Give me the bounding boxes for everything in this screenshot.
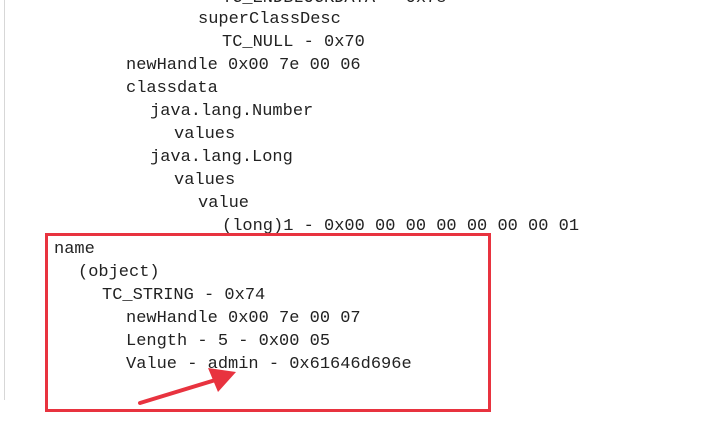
tree-guide-line <box>4 0 5 400</box>
tc-null-line: TC_NULL - 0x70 <box>222 33 365 52</box>
classdata-line: classdata <box>126 79 218 98</box>
tc-string-line: TC_STRING - 0x74 <box>102 286 266 305</box>
values-line-2: values <box>174 171 236 190</box>
name-field-line: name <box>54 240 95 259</box>
new-handle-07-line: newHandle 0x00 7e 00 07 <box>126 309 361 328</box>
java-lang-long-line: java.lang.Long <box>150 148 293 167</box>
value-line: value <box>198 194 250 213</box>
value-admin-line: Value - admin - 0x61646d696e <box>126 355 412 374</box>
object-line: (object) <box>78 263 160 282</box>
values-line-1: values <box>174 125 236 144</box>
super-class-desc-line: superClassDesc <box>198 10 341 29</box>
length-line: Length - 5 - 0x00 05 <box>126 332 331 351</box>
new-handle-06-line: newHandle 0x00 7e 00 06 <box>126 56 361 75</box>
java-lang-number-line: java.lang.Number <box>150 102 314 121</box>
clipped-top-line: TC_ENDBLOCKDATA - 0x78 <box>0 0 720 10</box>
